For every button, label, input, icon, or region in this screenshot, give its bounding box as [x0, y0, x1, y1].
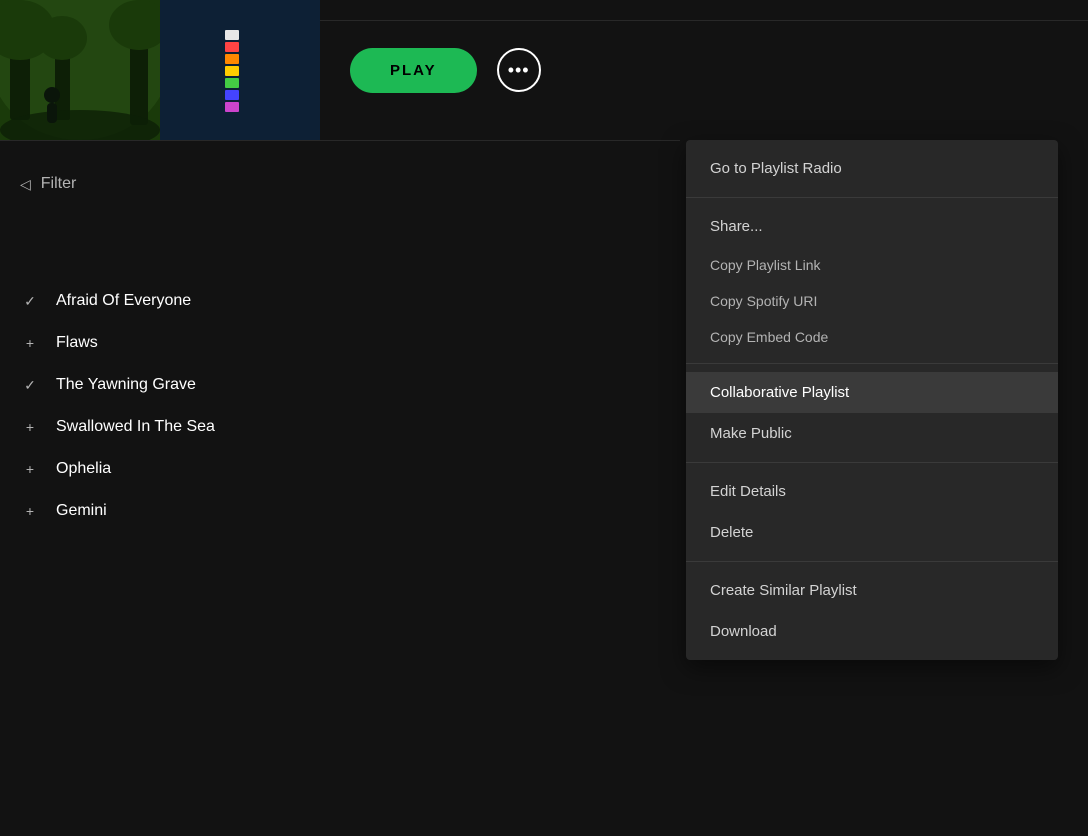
share-item[interactable]: Share... — [686, 206, 1058, 247]
song-title: The Yawning Grave — [56, 376, 196, 394]
song-list: ✓ Afraid Of Everyone + Flaws ✓ The Yawni… — [0, 230, 680, 532]
song-item[interactable]: + Gemini — [0, 490, 680, 532]
song-indicator: ✓ — [20, 293, 40, 310]
song-indicator: + — [20, 503, 40, 519]
edit-details-item[interactable]: Edit Details — [686, 471, 1058, 512]
context-menu: Go to Playlist Radio Share... Copy Playl… — [686, 140, 1058, 660]
song-title: Afraid Of Everyone — [56, 292, 191, 310]
menu-section-share: Share... Copy Playlist Link Copy Spotify… — [686, 198, 1058, 364]
collaborative-playlist-item[interactable]: Collaborative Playlist — [686, 372, 1058, 413]
filter-label: Filter — [41, 175, 77, 193]
song-title: Ophelia — [56, 460, 111, 478]
song-title: Swallowed In The Sea — [56, 418, 215, 436]
song-title: Flaws — [56, 334, 98, 352]
separator — [0, 140, 680, 141]
more-options-button[interactable]: ••• — [497, 48, 541, 92]
song-indicator: + — [20, 419, 40, 435]
song-item[interactable]: + Swallowed In The Sea — [0, 406, 680, 448]
song-item[interactable]: ✓ The Yawning Grave — [0, 364, 680, 406]
copy-playlist-link-item[interactable]: Copy Playlist Link — [686, 247, 1058, 283]
go-to-playlist-radio-item[interactable]: Go to Playlist Radio — [686, 148, 1058, 189]
copy-spotify-uri-item[interactable]: Copy Spotify URI — [686, 283, 1058, 319]
song-title: Gemini — [56, 502, 107, 520]
album-art-1 — [0, 0, 160, 140]
song-indicator: + — [20, 461, 40, 477]
song-indicator: + — [20, 335, 40, 351]
album-art-2 — [160, 0, 320, 140]
play-button[interactable]: PLAY — [350, 48, 477, 93]
menu-section-edit: Edit Details Delete — [686, 463, 1058, 562]
ellipsis-icon: ••• — [508, 60, 530, 81]
menu-section-collab: Collaborative Playlist Make Public — [686, 364, 1058, 463]
menu-section-radio: Go to Playlist Radio — [686, 140, 1058, 198]
song-item[interactable]: + Flaws — [0, 322, 680, 364]
menu-section-create: Create Similar Playlist Download — [686, 562, 1058, 660]
song-item[interactable]: + Ophelia — [0, 448, 680, 490]
delete-item[interactable]: Delete — [686, 512, 1058, 553]
controls-area: PLAY ••• — [320, 48, 541, 93]
top-area: PLAY ••• — [0, 0, 680, 140]
make-public-item[interactable]: Make Public — [686, 413, 1058, 454]
download-item[interactable]: Download — [686, 611, 1058, 652]
song-indicator: ✓ — [20, 377, 40, 394]
filter-area: ◁ Filter — [20, 175, 76, 193]
create-similar-playlist-item[interactable]: Create Similar Playlist — [686, 570, 1058, 611]
copy-embed-code-item[interactable]: Copy Embed Code — [686, 319, 1058, 355]
song-item[interactable]: ✓ Afraid Of Everyone — [0, 280, 680, 322]
filter-icon: ◁ — [20, 176, 31, 193]
